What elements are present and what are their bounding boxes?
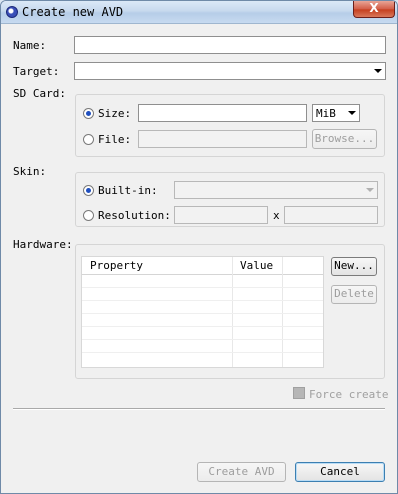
hardware-table[interactable]: Property Value	[81, 256, 324, 368]
resolution-height-input[interactable]	[284, 206, 378, 224]
table-row	[82, 352, 323, 353]
chevron-down-icon	[374, 69, 382, 73]
dialog-content: Name: Target: SD Card: Size: MiB File: B…	[1, 24, 397, 493]
resolution-x-label: x	[273, 209, 280, 222]
name-input[interactable]	[74, 36, 386, 54]
file-input[interactable]	[138, 130, 307, 148]
sdcard-label: SD Card:	[13, 87, 66, 100]
name-label: Name:	[13, 39, 47, 52]
table-header: Property Value	[82, 257, 323, 275]
size-unit-select[interactable]: MiB	[312, 104, 360, 122]
close-button[interactable]: X	[353, 1, 395, 18]
column-header-value[interactable]: Value	[240, 259, 273, 272]
builtin-skin-select[interactable]	[174, 181, 378, 199]
column-divider	[232, 257, 233, 367]
size-label: Size:	[98, 107, 132, 120]
table-row	[82, 313, 323, 314]
builtin-radio[interactable]	[83, 185, 94, 196]
skin-label: Skin:	[13, 165, 47, 178]
resolution-label: Resolution:	[98, 209, 171, 222]
file-label: File:	[98, 133, 132, 146]
size-radio[interactable]	[83, 108, 94, 119]
target-label: Target:	[13, 65, 60, 78]
chevron-down-icon	[366, 188, 374, 192]
eclipse-app-icon	[6, 6, 18, 18]
chevron-down-icon	[348, 111, 356, 115]
column-divider	[282, 257, 283, 367]
create-avd-button[interactable]: Create AVD	[197, 462, 286, 482]
force-create-checkbox[interactable]	[293, 387, 305, 399]
title-bar[interactable]: Create new AVD X	[1, 1, 397, 24]
browse-button[interactable]: Browse...	[312, 129, 377, 149]
column-header-property[interactable]: Property	[90, 259, 143, 272]
close-icon: X	[369, 1, 379, 15]
table-row	[82, 339, 323, 340]
force-create-label: Force create	[309, 388, 389, 401]
table-row	[82, 300, 323, 301]
resolution-width-input[interactable]	[174, 206, 268, 224]
separator	[13, 408, 385, 410]
delete-property-button[interactable]: Delete	[331, 285, 377, 304]
resolution-radio[interactable]	[83, 210, 94, 221]
size-input[interactable]	[138, 104, 307, 122]
window-title: Create new AVD	[22, 5, 124, 19]
table-row	[82, 287, 323, 288]
target-select[interactable]	[74, 62, 386, 80]
hardware-label: Hardware:	[13, 238, 73, 251]
table-row	[82, 326, 323, 327]
file-radio[interactable]	[83, 134, 94, 145]
new-property-button[interactable]: New...	[331, 257, 377, 276]
cancel-button[interactable]: Cancel	[295, 462, 385, 482]
builtin-label: Built-in:	[98, 184, 158, 197]
create-avd-dialog: Create new AVD X Name: Target: SD Card: …	[0, 0, 398, 494]
